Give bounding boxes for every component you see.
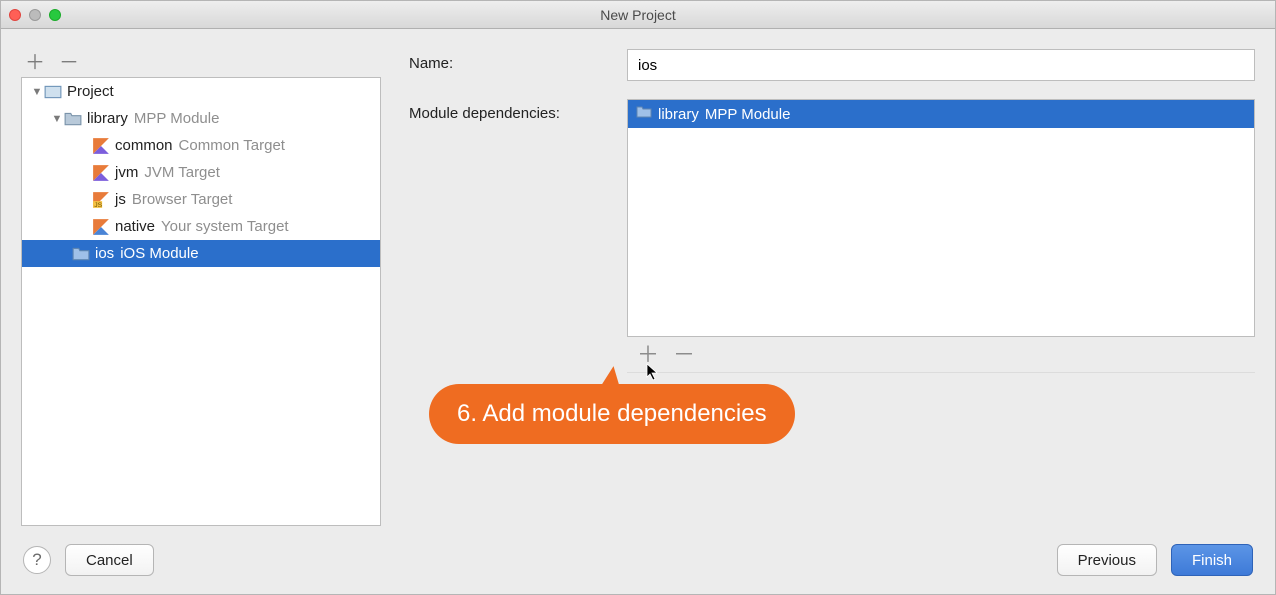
dependencies-toolbar: ＋ － (627, 337, 1255, 373)
kotlin-js-icon: JS (92, 191, 110, 209)
tree-root[interactable]: ▼ Project (22, 78, 380, 105)
footer: ? Cancel Previous Finish (1, 526, 1275, 594)
callout-text: 6. Add module dependencies (457, 400, 767, 427)
previous-button[interactable]: Previous (1057, 544, 1157, 576)
target-desc: Your system Target (161, 218, 289, 235)
module-name: ios (95, 245, 114, 262)
target-name: native (115, 218, 155, 235)
content: ＋ － ▼ Project ▼ (1, 29, 1275, 594)
dialog-window: New Project ＋ － ▼ Project (0, 0, 1276, 595)
window-title: New Project (1, 7, 1275, 23)
target-name: common (115, 137, 173, 154)
add-dependency-icon[interactable]: ＋ (637, 344, 659, 366)
dependencies-list[interactable]: library MPP Module (627, 99, 1255, 337)
tree-item-library[interactable]: ▼ library MPP Module (22, 105, 380, 132)
module-type: MPP Module (134, 110, 220, 127)
help-icon: ? (32, 550, 41, 570)
dependency-item[interactable]: library MPP Module (628, 100, 1254, 128)
kotlin-icon (92, 137, 110, 155)
tutorial-callout: 6. Add module dependencies (429, 384, 795, 444)
target-name: jvm (115, 164, 138, 181)
chevron-down-icon[interactable]: ▼ (50, 113, 64, 125)
name-label: Name: (409, 49, 627, 72)
target-desc: JVM Target (144, 164, 220, 181)
deps-label: Module dependencies: (409, 99, 627, 122)
project-icon (44, 83, 62, 101)
tree-target-native[interactable]: native Your system Target (22, 213, 380, 240)
sidebar-toolbar: ＋ － (21, 49, 381, 77)
tree-target-jvm[interactable]: jvm JVM Target (22, 159, 380, 186)
dependency-name: library (658, 106, 699, 123)
tree-item-ios-selected[interactable]: ios iOS Module (22, 240, 380, 267)
add-module-icon[interactable]: ＋ (25, 53, 45, 73)
target-name: js (115, 191, 126, 208)
right-panel: Name: Module dependencies: l (409, 49, 1255, 526)
module-type: iOS Module (120, 245, 198, 262)
kotlin-native-icon (92, 218, 110, 236)
cancel-button[interactable]: Cancel (65, 544, 154, 576)
main-area: ＋ － ▼ Project ▼ (1, 29, 1275, 526)
name-row: Name: (409, 49, 1255, 81)
svg-text:JS: JS (94, 201, 102, 208)
target-desc: Common Target (179, 137, 285, 154)
remove-dependency-icon[interactable]: － (673, 344, 695, 366)
finish-button[interactable]: Finish (1171, 544, 1253, 576)
kotlin-icon (92, 164, 110, 182)
tree-target-js[interactable]: JS js Browser Target (22, 186, 380, 213)
tree-root-label: Project (67, 83, 114, 100)
sidebar: ＋ － ▼ Project ▼ (21, 49, 381, 526)
target-desc: Browser Target (132, 191, 233, 208)
tree-target-common[interactable]: common Common Target (22, 132, 380, 159)
deps-row: Module dependencies: library MPP Module (409, 99, 1255, 373)
module-tree[interactable]: ▼ Project ▼ library MPP Module (21, 77, 381, 526)
titlebar: New Project (1, 1, 1275, 29)
help-button[interactable]: ? (23, 546, 51, 574)
folder-icon (64, 110, 82, 128)
folder-icon (72, 245, 90, 263)
name-input[interactable] (627, 49, 1255, 81)
chevron-down-icon[interactable]: ▼ (30, 86, 44, 98)
module-name: library (87, 110, 128, 127)
remove-module-icon[interactable]: － (59, 53, 79, 73)
dependency-type: MPP Module (705, 106, 791, 123)
folder-icon (636, 104, 652, 124)
